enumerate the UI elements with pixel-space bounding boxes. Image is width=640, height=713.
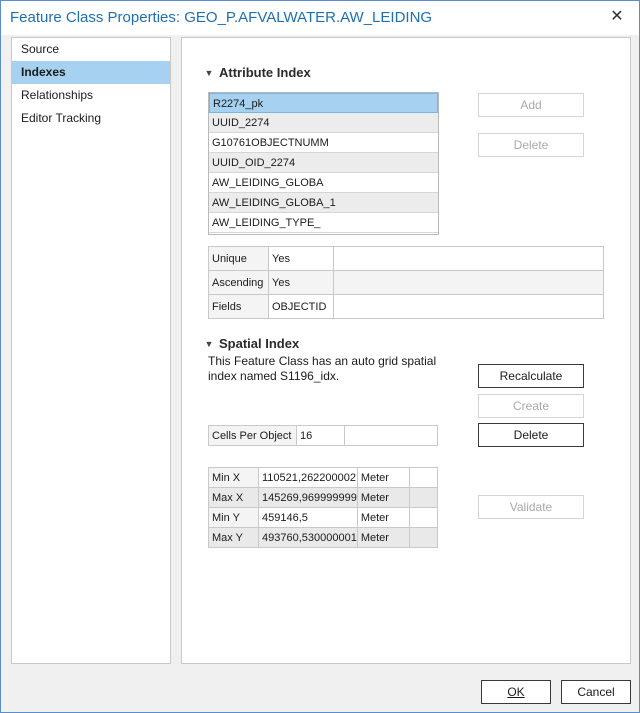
spatial-index-description: This Feature Class has an auto grid spat… [208,354,437,383]
delete-spatial-button[interactable]: Delete [478,423,584,447]
extent-value: 145269,969999999 [258,487,358,508]
cells-label: Cells Per Object [208,425,297,446]
chevron-down-icon: ▼ [204,338,214,349]
feature-class-properties-dialog: Feature Class Properties: GEO_P.AFVALWAT… [0,0,640,713]
sidebar-item-editor-tracking[interactable]: Editor Tracking [12,107,170,130]
list-item[interactable]: R2274_pk [209,93,438,113]
extent-unit: Meter [356,467,410,488]
chevron-down-icon: ▼ [204,67,214,78]
extent-unit: Meter [356,507,410,528]
cells-value: 16 [296,425,345,446]
extent-empty [408,507,439,528]
extent-empty [408,487,439,508]
prop-value: Yes [268,246,334,271]
table-row: Unique Yes [208,246,604,271]
extent-label: Max X [208,487,259,508]
list-item[interactable]: AW_LEIDING_GLOBA [209,173,438,193]
table-row: Cells Per Object 16 [208,425,438,446]
create-button[interactable]: Create [478,394,584,418]
list-item[interactable]: AW_LEIDING_TYPE_ [209,213,438,233]
dialog-title: Feature Class Properties: GEO_P.AFVALWAT… [10,9,433,26]
cells-empty [344,425,438,446]
extent-value: 493760,530000001 [258,527,358,548]
cells-per-object-table: Cells Per Object 16 [208,425,438,446]
prop-value: OBJECTID [268,294,334,319]
extent-empty [408,467,439,488]
table-row: Max Y 493760,530000001 Meter [208,527,439,548]
table-row: Min X 110521,262200002 Meter [208,467,439,488]
close-icon[interactable]: ✕ [607,7,627,27]
prop-value: Yes [268,270,334,295]
list-item[interactable]: G10761OBJECTNUMM [209,133,438,153]
add-index-button[interactable]: Add [478,93,584,117]
sidebar-item-source[interactable]: Source [12,38,170,61]
validate-button[interactable]: Validate [478,495,584,519]
sidebar-item-relationships[interactable]: Relationships [12,84,170,107]
attribute-index-list[interactable]: R2274_pk UUID_2274 G10761OBJECTNUMM UUID… [208,92,439,235]
prop-label: Unique [208,246,269,271]
spatial-index-heading: Spatial Index [219,336,300,351]
index-properties-table: Unique Yes Ascending Yes Fields OBJECTID [208,246,604,319]
table-row: Max X 145269,969999999 Meter [208,487,439,508]
recalculate-button[interactable]: Recalculate [478,364,584,388]
prop-label: Fields [208,294,269,319]
extent-unit: Meter [356,487,410,508]
prop-label: Ascending [208,270,269,295]
spatial-index-header[interactable]: ▼ Spatial Index [204,336,300,351]
delete-index-button[interactable]: Delete [478,133,584,157]
sidebar-item-indexes[interactable]: Indexes [12,61,170,84]
prop-empty [333,294,604,319]
table-row: Fields OBJECTID [208,294,604,319]
extent-label: Max Y [208,527,259,548]
extent-label: Min Y [208,507,259,528]
cancel-button[interactable]: Cancel [561,680,631,704]
sidebar: Source Indexes Relationships Editor Trac… [11,37,171,664]
list-item[interactable]: UUID_2274 [209,113,438,133]
title-bar: Feature Class Properties: GEO_P.AFVALWAT… [1,1,639,35]
prop-empty [333,270,604,295]
ok-button[interactable]: OK [481,680,551,704]
extent-label: Min X [208,467,259,488]
extent-table: Min X 110521,262200002 Meter Max X 14526… [208,467,439,548]
table-row: Min Y 459146,5 Meter [208,507,439,528]
extent-value: 110521,262200002 [258,467,358,488]
extent-unit: Meter [356,527,410,548]
extent-value: 459146,5 [258,507,358,528]
indexes-panel: ▼ Attribute Index R2274_pk UUID_2274 G10… [181,37,631,664]
list-item[interactable]: UUID_OID_2274 [209,153,438,173]
ok-button-label: OK [507,685,525,699]
extent-empty [408,527,439,548]
prop-empty [333,246,604,271]
list-item[interactable]: AW_LEIDING_GLOBA_1 [209,193,438,213]
attribute-index-header[interactable]: ▼ Attribute Index [204,65,311,80]
table-row: Ascending Yes [208,270,604,295]
attribute-index-heading: Attribute Index [219,65,311,80]
